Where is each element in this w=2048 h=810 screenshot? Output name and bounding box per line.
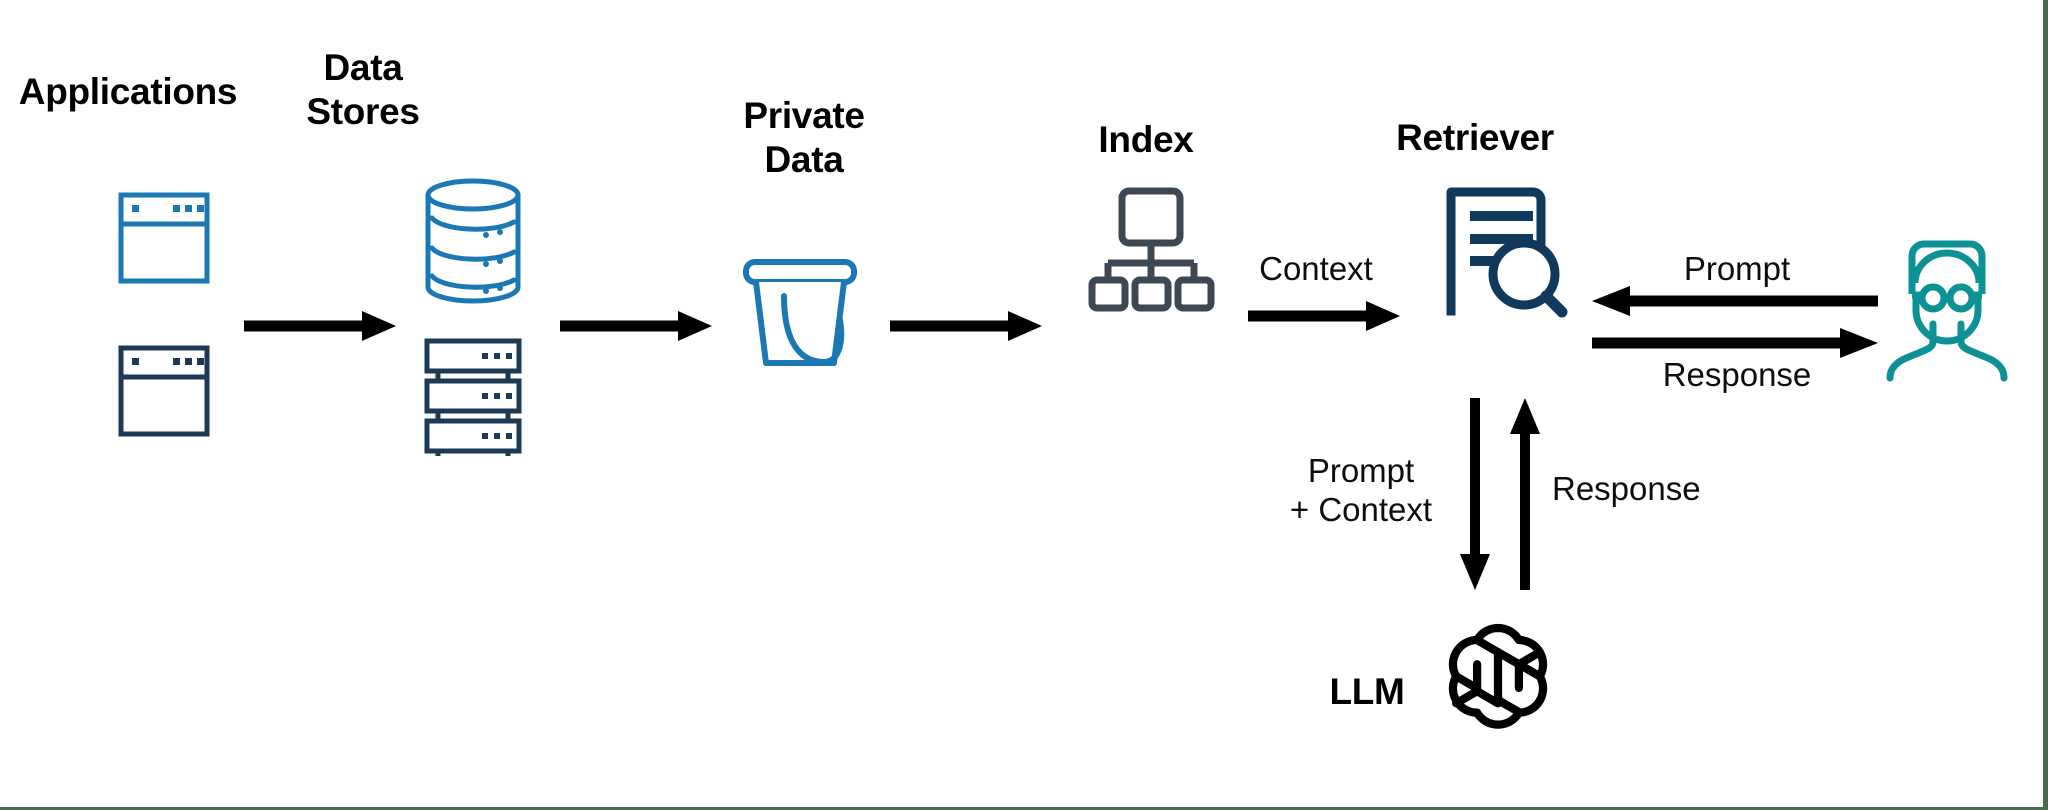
node-label-data-stores: Data Stores (306, 47, 420, 132)
arrow-llm-to-retriever (1505, 398, 1545, 590)
arrow-apps-to-stores (244, 306, 396, 346)
node-label-applications: Applications (18, 71, 238, 112)
diagram-canvas: Applications Data Stores Private Data In… (0, 0, 2048, 810)
arrow-retriever-to-llm (1455, 398, 1495, 590)
app-window-icon-top (118, 192, 210, 284)
server-rack-icon (424, 338, 522, 456)
app-window-icon-bottom (118, 345, 210, 437)
edge-label-response-llm: Response (1552, 470, 1701, 507)
arrow-user-to-retriever (1592, 283, 1878, 319)
edge-label-prompt-plus-context: Prompt + Context (1289, 452, 1433, 528)
node-label-llm: LLM (1329, 671, 1405, 712)
hierarchy-index-icon (1088, 187, 1215, 312)
openai-knot-icon (1432, 612, 1564, 744)
arrow-stores-to-private (560, 306, 712, 346)
node-label-private-data: Private Data (743, 95, 865, 180)
edge-label-response-user: Response (1662, 356, 1812, 393)
arrow-index-to-retriever (1248, 296, 1400, 336)
node-label-index: Index (1098, 119, 1194, 160)
node-label-retriever: Retriever (1396, 117, 1554, 158)
user-with-glasses-icon (1886, 238, 2008, 382)
arrow-private-to-index (890, 306, 1042, 346)
edge-label-context: Context (1259, 250, 1373, 287)
document-search-icon (1440, 185, 1568, 318)
bucket-icon (740, 258, 860, 370)
database-cylinder-icon (424, 178, 522, 304)
